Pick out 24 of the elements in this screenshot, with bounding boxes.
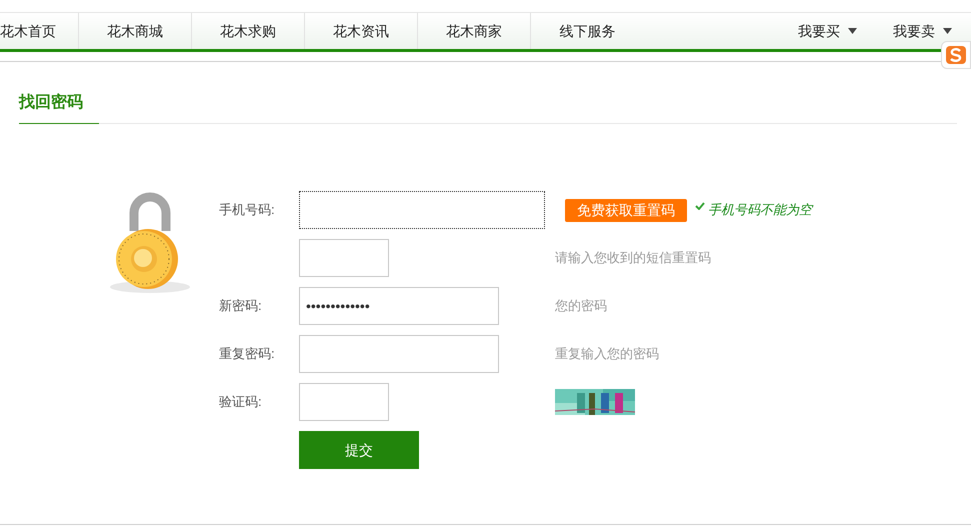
nav-link[interactable]: 花木资讯 <box>333 20 389 42</box>
nav-link[interactable]: 花木商城 <box>107 20 163 42</box>
input-method-icon[interactable] <box>941 41 971 69</box>
page-title: 找回密码 <box>19 90 99 124</box>
nav-link[interactable]: 花木商家 <box>446 20 502 42</box>
nav-link[interactable]: 花木求购 <box>220 20 276 42</box>
field-hint: 您的密码 <box>555 297 607 316</box>
field-label: 验证码: <box>219 394 262 410</box>
caret-icon <box>943 28 952 34</box>
field-label: 重复密码: <box>219 346 275 362</box>
caret-icon <box>848 28 857 34</box>
input-field[interactable]: ••••••••••••• <box>299 287 499 325</box>
nav-menu[interactable]: 我要买 <box>798 20 857 42</box>
nav-menu[interactable]: 我要卖 <box>893 20 952 42</box>
field-hint: 重复输入您的密码 <box>555 345 659 364</box>
nav-link[interactable]: 线下服务 <box>560 20 616 42</box>
submit-button[interactable]: 提交 <box>299 431 419 469</box>
validation-message: 手机号码不能为空 <box>708 201 812 220</box>
nav-link[interactable]: 花木首页 <box>0 20 56 42</box>
input-field[interactable] <box>299 191 545 229</box>
field-label: 手机号码: <box>219 202 275 218</box>
field-hint: 请输入您收到的短信重置码 <box>555 249 711 268</box>
field-label: 新密码: <box>219 298 262 314</box>
check-icon <box>695 202 705 210</box>
